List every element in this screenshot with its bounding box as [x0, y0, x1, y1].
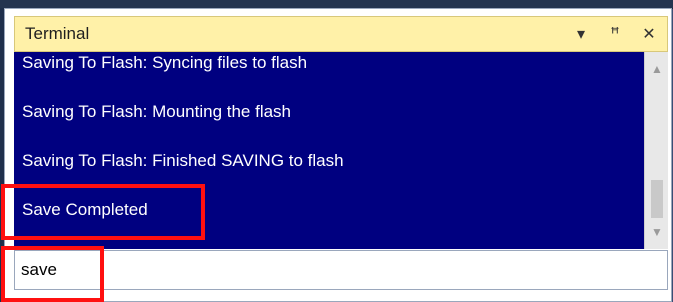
terminal-output[interactable]: Saving To Flash: Syncing files to flash …: [14, 52, 668, 249]
command-input[interactable]: [15, 251, 667, 289]
pin-icon[interactable]: ꟸ: [607, 24, 623, 44]
output-line: Saving To Flash: Mounting the flash: [22, 102, 292, 121]
terminal-title: Terminal: [25, 24, 90, 43]
vertical-scrollbar[interactable]: ▲ ▼: [644, 52, 668, 249]
command-input-row: [14, 250, 668, 290]
scroll-down-icon[interactable]: ▼: [645, 221, 668, 243]
terminal-title-bar: Terminal ▾ ꟸ ✕: [14, 16, 668, 52]
close-icon[interactable]: ✕: [641, 24, 657, 44]
scroll-up-icon[interactable]: ▲: [645, 58, 668, 80]
output-lines: Saving To Flash: Syncing files to flash …: [22, 52, 642, 234]
scroll-thumb[interactable]: [651, 180, 663, 218]
output-line: Saving To Flash: Finished SAVING to flas…: [22, 151, 344, 170]
output-line: Saving To Flash: Syncing files to flash: [22, 53, 308, 72]
title-controls: ▾ ꟸ ✕: [573, 24, 657, 44]
output-line: Save Completed: [22, 200, 148, 219]
dropdown-icon[interactable]: ▾: [573, 24, 589, 44]
